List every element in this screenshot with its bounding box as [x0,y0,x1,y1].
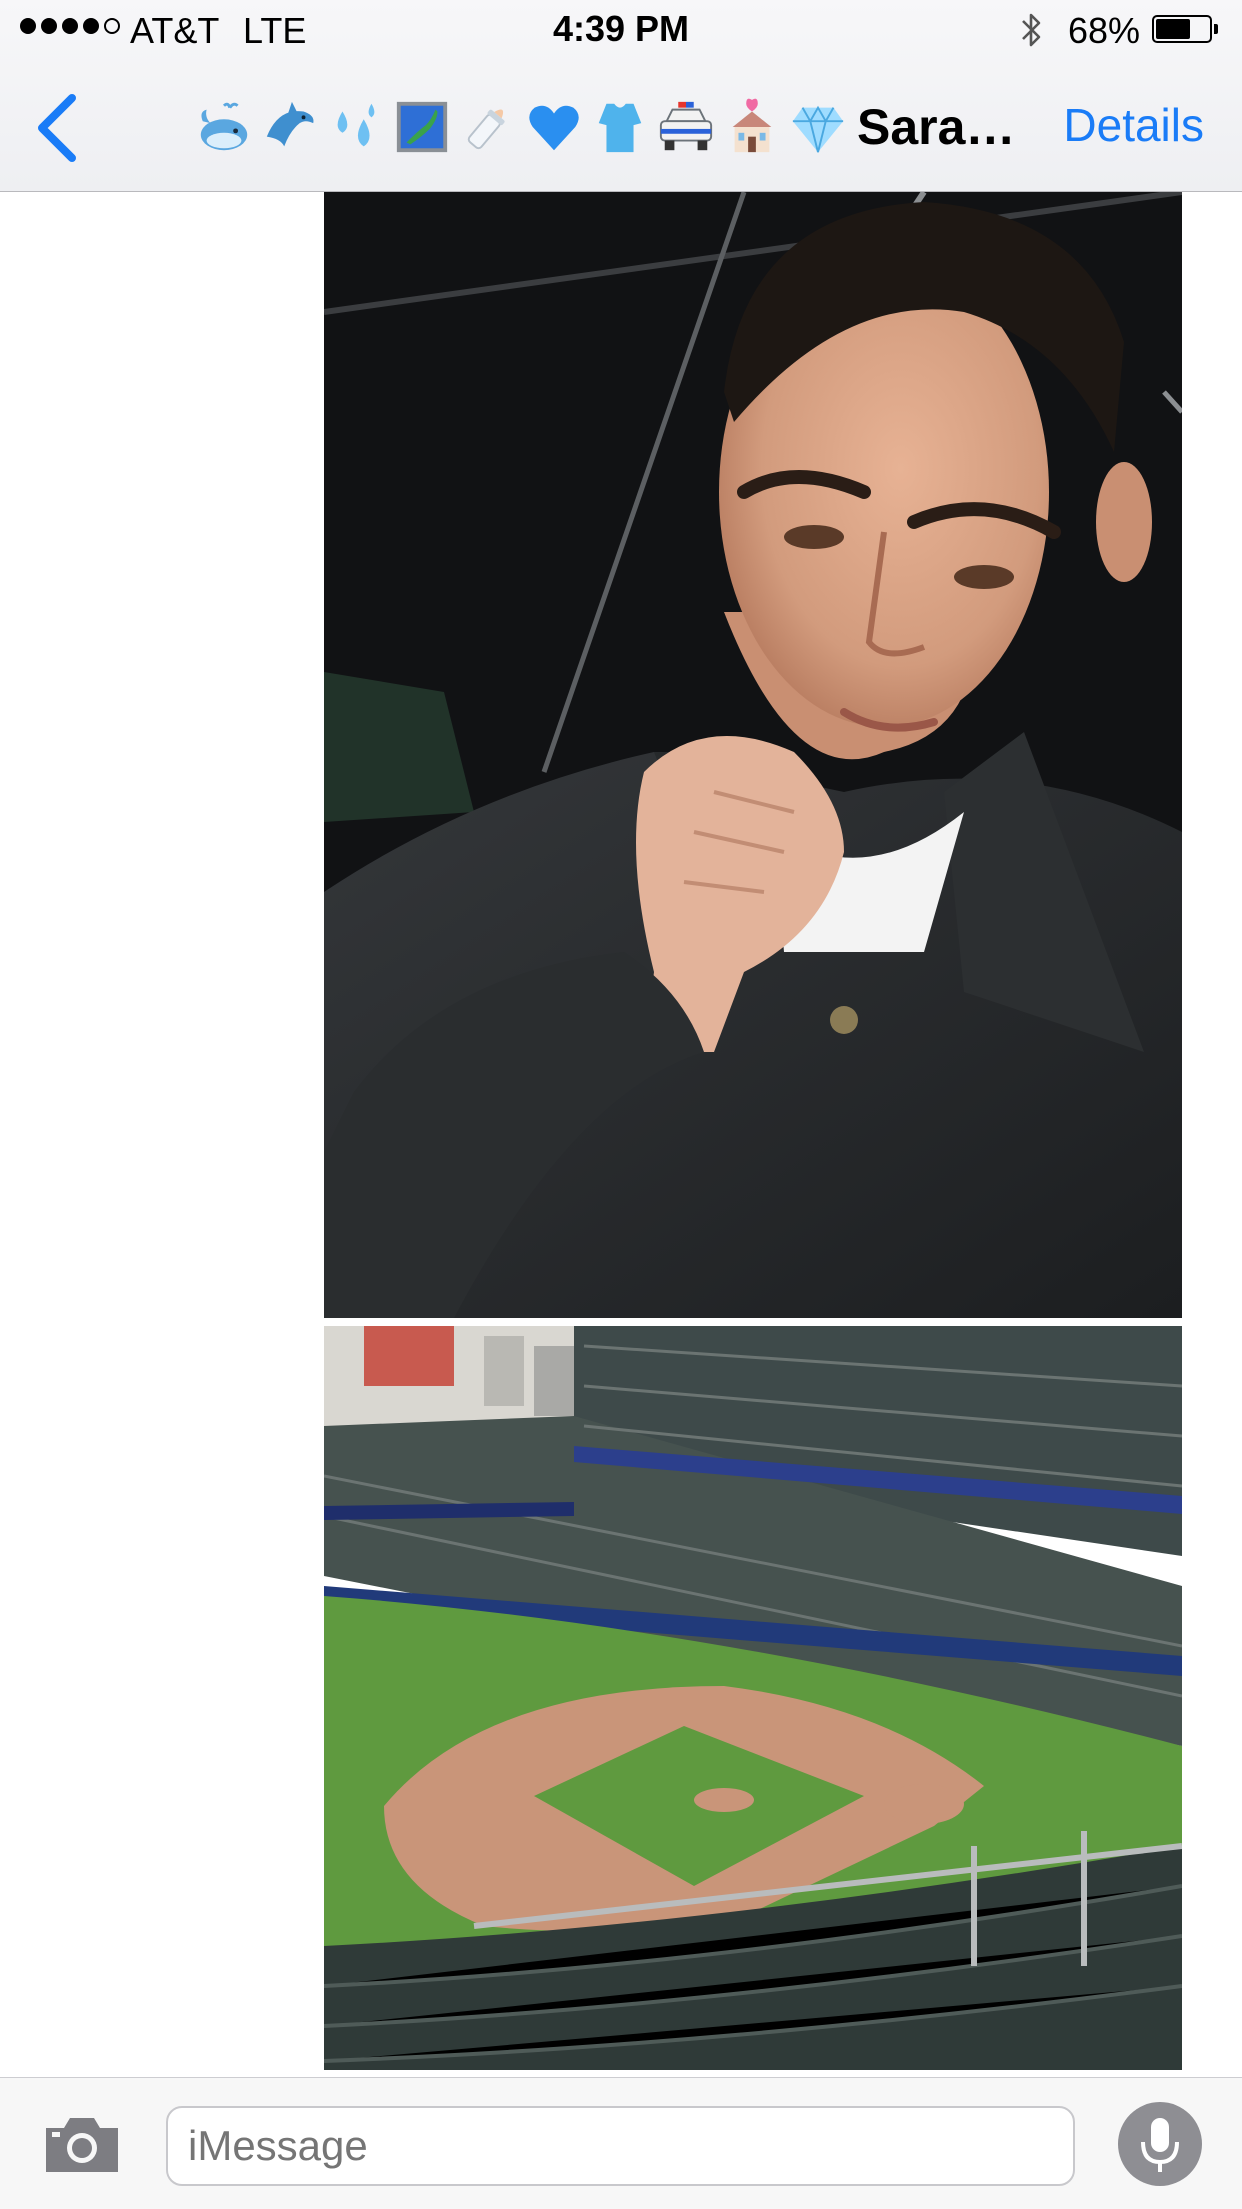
message-composer [0,2077,1242,2209]
sweat-droplets-icon [337,103,375,147]
details-button[interactable]: Details [1063,98,1204,152]
contact-name[interactable]: Sara… [857,98,1015,156]
camera-icon[interactable] [42,2112,122,2176]
back-button[interactable] [28,88,88,168]
baby-bottle-icon [467,109,505,150]
gem-icon [792,105,844,153]
selfie-image [324,192,1182,1318]
battery-level [1156,19,1191,39]
bluetooth-icon [1022,13,1041,47]
wedding-chapel-icon [732,98,772,153]
contact-emoji-list [195,98,847,156]
blue-shirt-icon [598,103,642,153]
battery-percent: 68% [1068,10,1141,51]
whale-icon [200,102,248,151]
ballpark-image [324,1326,1182,2070]
message-thread[interactable] [0,192,1242,2077]
microphone-icon [1141,2118,1179,2172]
battery-icon [1152,15,1212,43]
photo-message-ballpark[interactable] [324,1326,1182,2070]
status-bar: AT&T LTE 4:39 PM 68% [0,0,1242,60]
blue-heart-icon [529,105,579,151]
message-input[interactable] [166,2106,1075,2186]
battery-terminal [1214,24,1218,34]
dolphin-icon [266,101,314,147]
conversation-title[interactable]: Sara… [195,92,1015,162]
photo-message-selfie[interactable] [324,192,1182,1318]
clock: 4:39 PM [552,8,690,49]
map-of-japan-icon [396,101,448,153]
police-car-icon [659,101,713,151]
microphone-button[interactable] [1118,2102,1202,2186]
